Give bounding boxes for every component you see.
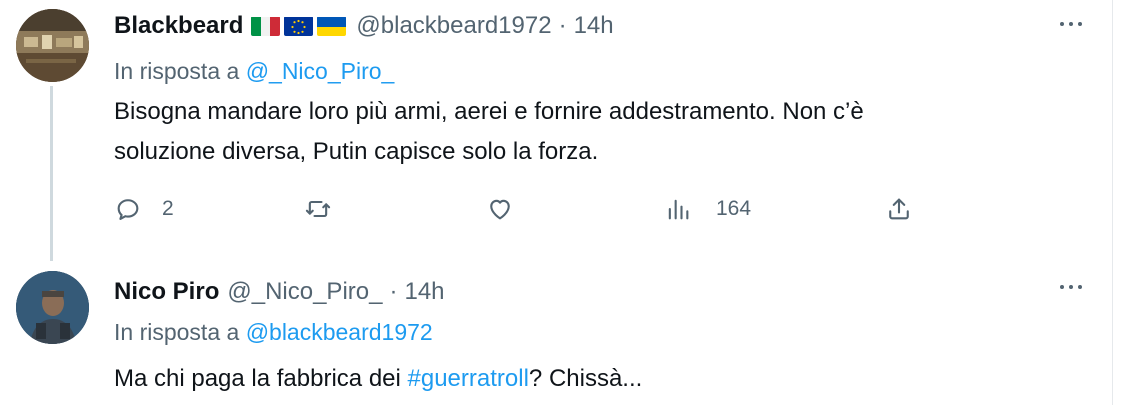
tweet-text-line: Bisogna mandare loro più armi, aerei e f… xyxy=(114,98,864,125)
separator-dot: · xyxy=(558,12,567,39)
heart-icon xyxy=(490,199,510,220)
reply-prefix: In risposta a xyxy=(114,319,240,345)
tweet-nico-piro[interactable]: Nico Piro @_Nico_Piro_ · 14h In risposta… xyxy=(0,262,1112,405)
reply-count: 2 xyxy=(162,197,174,220)
timestamp[interactable]: 14h xyxy=(404,278,444,306)
hashtag-link[interactable]: #guerratroll xyxy=(408,365,529,392)
share-icon xyxy=(889,198,909,220)
separator-dot: · xyxy=(389,278,398,305)
mention-link[interactable]: @_Nico_Piro_ xyxy=(246,58,395,84)
avatar[interactable] xyxy=(16,9,89,82)
tweet-text-segment: Ma chi paga la fabbrica dei xyxy=(114,365,408,392)
like-button[interactable] xyxy=(486,189,514,229)
reply-prefix: In risposta a xyxy=(114,58,240,84)
tweet-text-line: soluzione diversa, Putin capisce solo la… xyxy=(114,138,599,165)
italy-flag-icon xyxy=(251,16,281,36)
author-name[interactable]: Blackbeard xyxy=(114,12,243,40)
tweet-blackbeard[interactable]: Blackbeard @blackbeard1972 · 14h In risp… xyxy=(0,0,1112,261)
tweet-text: Ma chi paga la fabbrica dei #guerratroll… xyxy=(114,359,1074,399)
reply-button[interactable]: 2 xyxy=(114,189,174,229)
tweet-header: Blackbeard @blackbeard1972 · 14h xyxy=(114,8,614,44)
timestamp[interactable]: 14h xyxy=(574,12,614,40)
share-button[interactable] xyxy=(885,189,913,229)
reply-context: In risposta a @_Nico_Piro_ xyxy=(114,58,394,85)
more-options-icon[interactable] xyxy=(1060,22,1082,26)
reply-icon xyxy=(117,199,139,220)
tweet-header: Nico Piro @_Nico_Piro_ · 14h xyxy=(114,274,445,310)
ukraine-flag-icon xyxy=(317,16,347,36)
timeline-border xyxy=(1112,0,1122,405)
views-count: 164 xyxy=(716,197,752,220)
author-name[interactable]: Nico Piro xyxy=(114,278,219,306)
more-options-icon[interactable] xyxy=(1060,285,1082,289)
author-handle[interactable]: @blackbeard1972 xyxy=(356,12,551,40)
reply-context: In risposta a @blackbeard1972 xyxy=(114,319,433,346)
eu-flag-icon xyxy=(284,16,314,36)
views-button[interactable]: 164 xyxy=(664,189,751,229)
tweet-text: Bisogna mandare loro più armi, aerei e f… xyxy=(114,92,1074,172)
views-icon xyxy=(668,199,689,220)
tweet-text-segment: ? Chissà... xyxy=(528,365,643,392)
flag-emojis xyxy=(251,16,347,36)
action-bar: 2 164 xyxy=(114,189,934,229)
retweet-icon xyxy=(305,200,331,218)
author-handle[interactable]: @_Nico_Piro_ xyxy=(227,278,382,306)
mention-link[interactable]: @blackbeard1972 xyxy=(246,319,433,345)
retweet-button[interactable] xyxy=(304,189,332,229)
thread-line xyxy=(50,86,53,261)
avatar[interactable] xyxy=(16,271,89,344)
